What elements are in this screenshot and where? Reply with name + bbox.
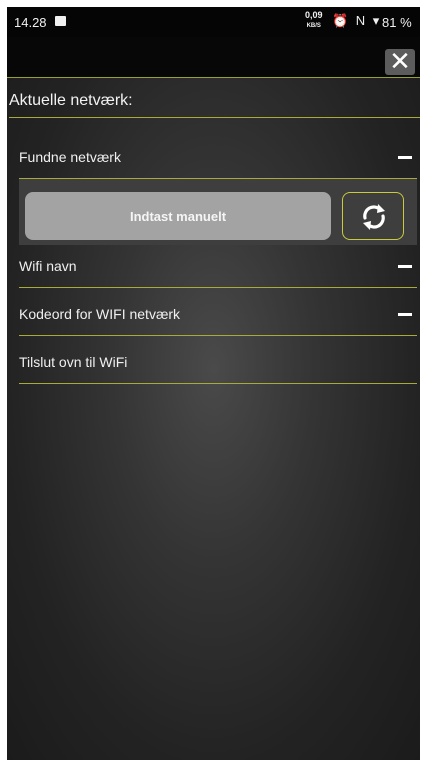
network-speed: 0,09 KB/S [305, 11, 323, 31]
close-icon: ✕ [389, 46, 411, 76]
row-wifi-name-label: Wifi navn [19, 258, 77, 274]
row-connect-wifi[interactable]: Tilslut ovn til WiFi [19, 341, 417, 384]
status-time: 14.28 [14, 15, 47, 30]
row-connect-wifi-label: Tilslut ovn til WiFi [19, 354, 128, 370]
minus-icon [398, 313, 412, 316]
top-bar: ✕ [7, 37, 420, 78]
battery-level: 81 % [382, 15, 412, 30]
network-speed-unit: KB/S [306, 23, 321, 29]
section-title: Aktuelle netværk: [9, 92, 133, 109]
row-found-networks-label: Fundne netværk [19, 149, 121, 165]
section-divider [9, 117, 420, 118]
refresh-icon [363, 204, 385, 230]
row-found-networks[interactable]: Fundne netværk [19, 136, 417, 179]
manual-entry-panel: Indtast manuelt [19, 179, 417, 245]
status-bar: 14.28 0,09 KB/S ⏰ N ▾ 81 % [7, 7, 420, 37]
minus-icon [398, 156, 412, 159]
row-wifi-name[interactable]: Wifi navn [19, 245, 417, 288]
minus-icon [398, 265, 412, 268]
manual-entry-button[interactable]: Indtast manuelt [25, 192, 331, 240]
refresh-button[interactable] [342, 192, 404, 240]
row-wifi-password[interactable]: Kodeord for WIFI netværk [19, 293, 417, 336]
image-notification-icon [55, 16, 66, 26]
manual-entry-label: Indtast manuelt [129, 208, 227, 224]
network-speed-value: 0,09 [305, 10, 323, 20]
row-wifi-password-label: Kodeord for WIFI netværk [19, 306, 181, 322]
close-button[interactable]: ✕ [385, 46, 415, 76]
status-indicator-icons: ⏰ N ▾ [332, 13, 382, 28]
app-screen: 14.28 0,09 KB/S ⏰ N ▾ 81 % ✕ Aktuelle ne… [7, 7, 420, 760]
